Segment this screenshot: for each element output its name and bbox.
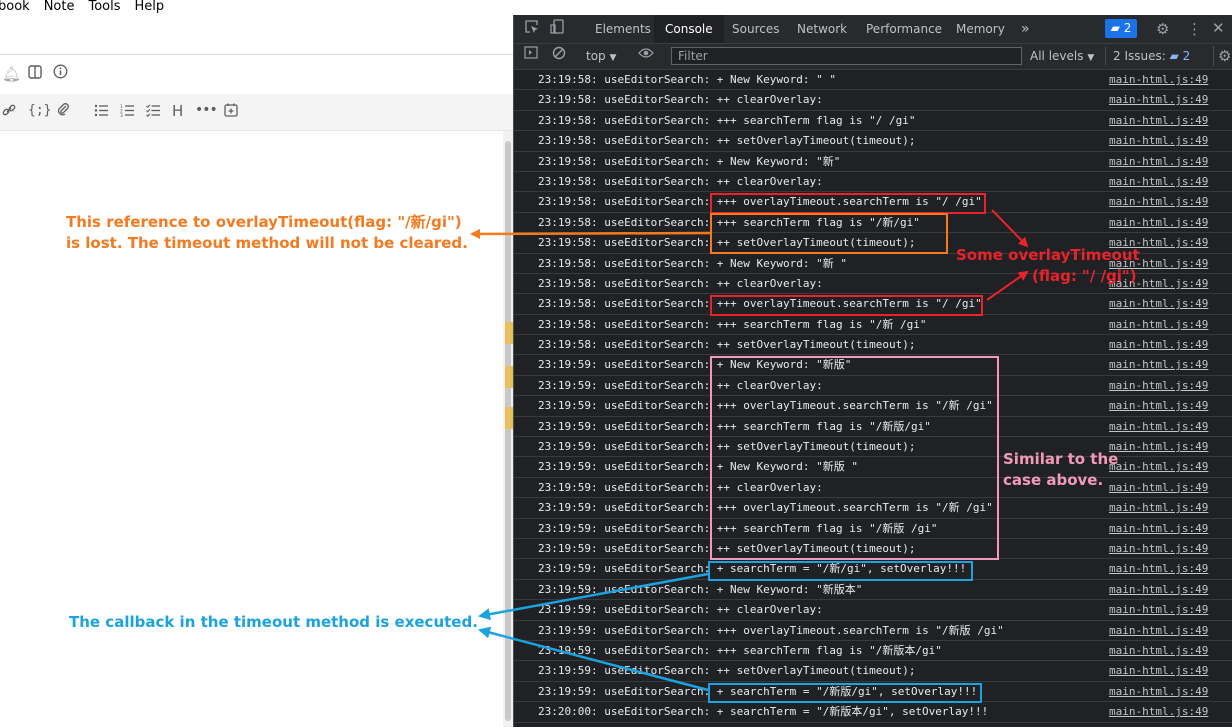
red-arrow	[991, 209, 1029, 248]
orange-annotation-line: is lost. The timeout method will not be …	[66, 234, 468, 252]
pink-annotation-line: case above.	[1003, 471, 1104, 489]
red-annotation-line: Some overlayTimeout	[956, 246, 1140, 264]
red-annotation: Some overlayTimeout (flag: "/ /gi")	[956, 245, 1140, 287]
orange-arrow	[470, 228, 711, 239]
blue-arrow	[478, 626, 709, 692]
red-annotation-line: (flag: "/ /gi")	[1032, 267, 1137, 285]
pink-annotation: Similar to the case above.	[1003, 449, 1118, 491]
blue-annotation: The callback in the timeout method is ex…	[69, 613, 478, 631]
orange-annotation-line: This reference to overlayTimeout(flag: "…	[66, 213, 462, 231]
orange-annotation: This reference to overlayTimeout(flag: "…	[66, 212, 468, 254]
blue-arrow	[478, 572, 709, 621]
pink-annotation-line: Similar to the	[1003, 450, 1119, 468]
